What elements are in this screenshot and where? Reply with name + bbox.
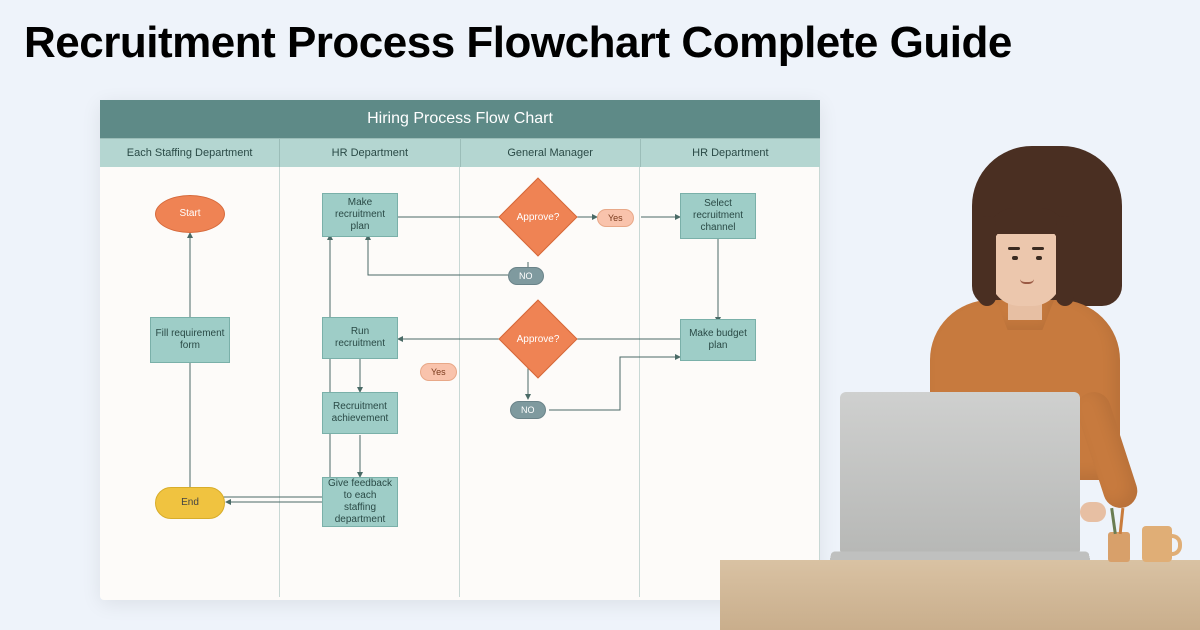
swimlane-header: General Manager (461, 139, 641, 167)
label-no-1: NO (508, 267, 544, 285)
person-illustration (720, 210, 1200, 630)
eyebrow-shape (1032, 247, 1044, 250)
pencil-cup-icon (1108, 532, 1130, 562)
eyebrow-shape (1008, 247, 1020, 250)
label-yes-2: Yes (420, 363, 457, 381)
label-no-2: NO (510, 401, 546, 419)
node-feedback: Give feedback to each staffing departmen… (322, 477, 398, 527)
page-title: Recruitment Process Flowchart Complete G… (0, 0, 1200, 68)
swimlane-header-row: Each Staffing Department HR Department G… (100, 138, 820, 167)
hair-shape (988, 208, 1066, 234)
node-approve-1: Approve? (510, 189, 566, 245)
flowchart-title: Hiring Process Flow Chart (100, 100, 820, 138)
eye-shape (1036, 256, 1042, 260)
mug-icon (1142, 526, 1172, 562)
hair-shape (978, 216, 996, 306)
node-make-plan: Make recruitment plan (322, 193, 398, 237)
hand-shape (1080, 502, 1106, 522)
eye-shape (1012, 256, 1018, 260)
swimlane-header: Each Staffing Department (100, 139, 280, 167)
hair-shape (1056, 216, 1074, 306)
node-run-recruitment: Run recruitment (322, 317, 398, 359)
node-start: Start (155, 195, 225, 233)
laptop-screen (840, 392, 1080, 552)
flowchart-card: Hiring Process Flow Chart Each Staffing … (100, 100, 820, 600)
swimlane-header: HR Department (280, 139, 460, 167)
desk-shape (720, 560, 1200, 630)
node-approve-2: Approve? (510, 311, 566, 367)
swimlane-header: HR Department (641, 139, 820, 167)
diamond-label: Approve? (510, 189, 566, 245)
node-achievement: Recruitment achievement (322, 392, 398, 434)
swimlane-body: Start Fill requirement form End Make rec… (100, 167, 820, 597)
diamond-label: Approve? (510, 311, 566, 367)
label-yes-1: Yes (597, 209, 634, 227)
node-end: End (155, 487, 225, 519)
node-fill-requirement: Fill requirement form (150, 317, 230, 363)
